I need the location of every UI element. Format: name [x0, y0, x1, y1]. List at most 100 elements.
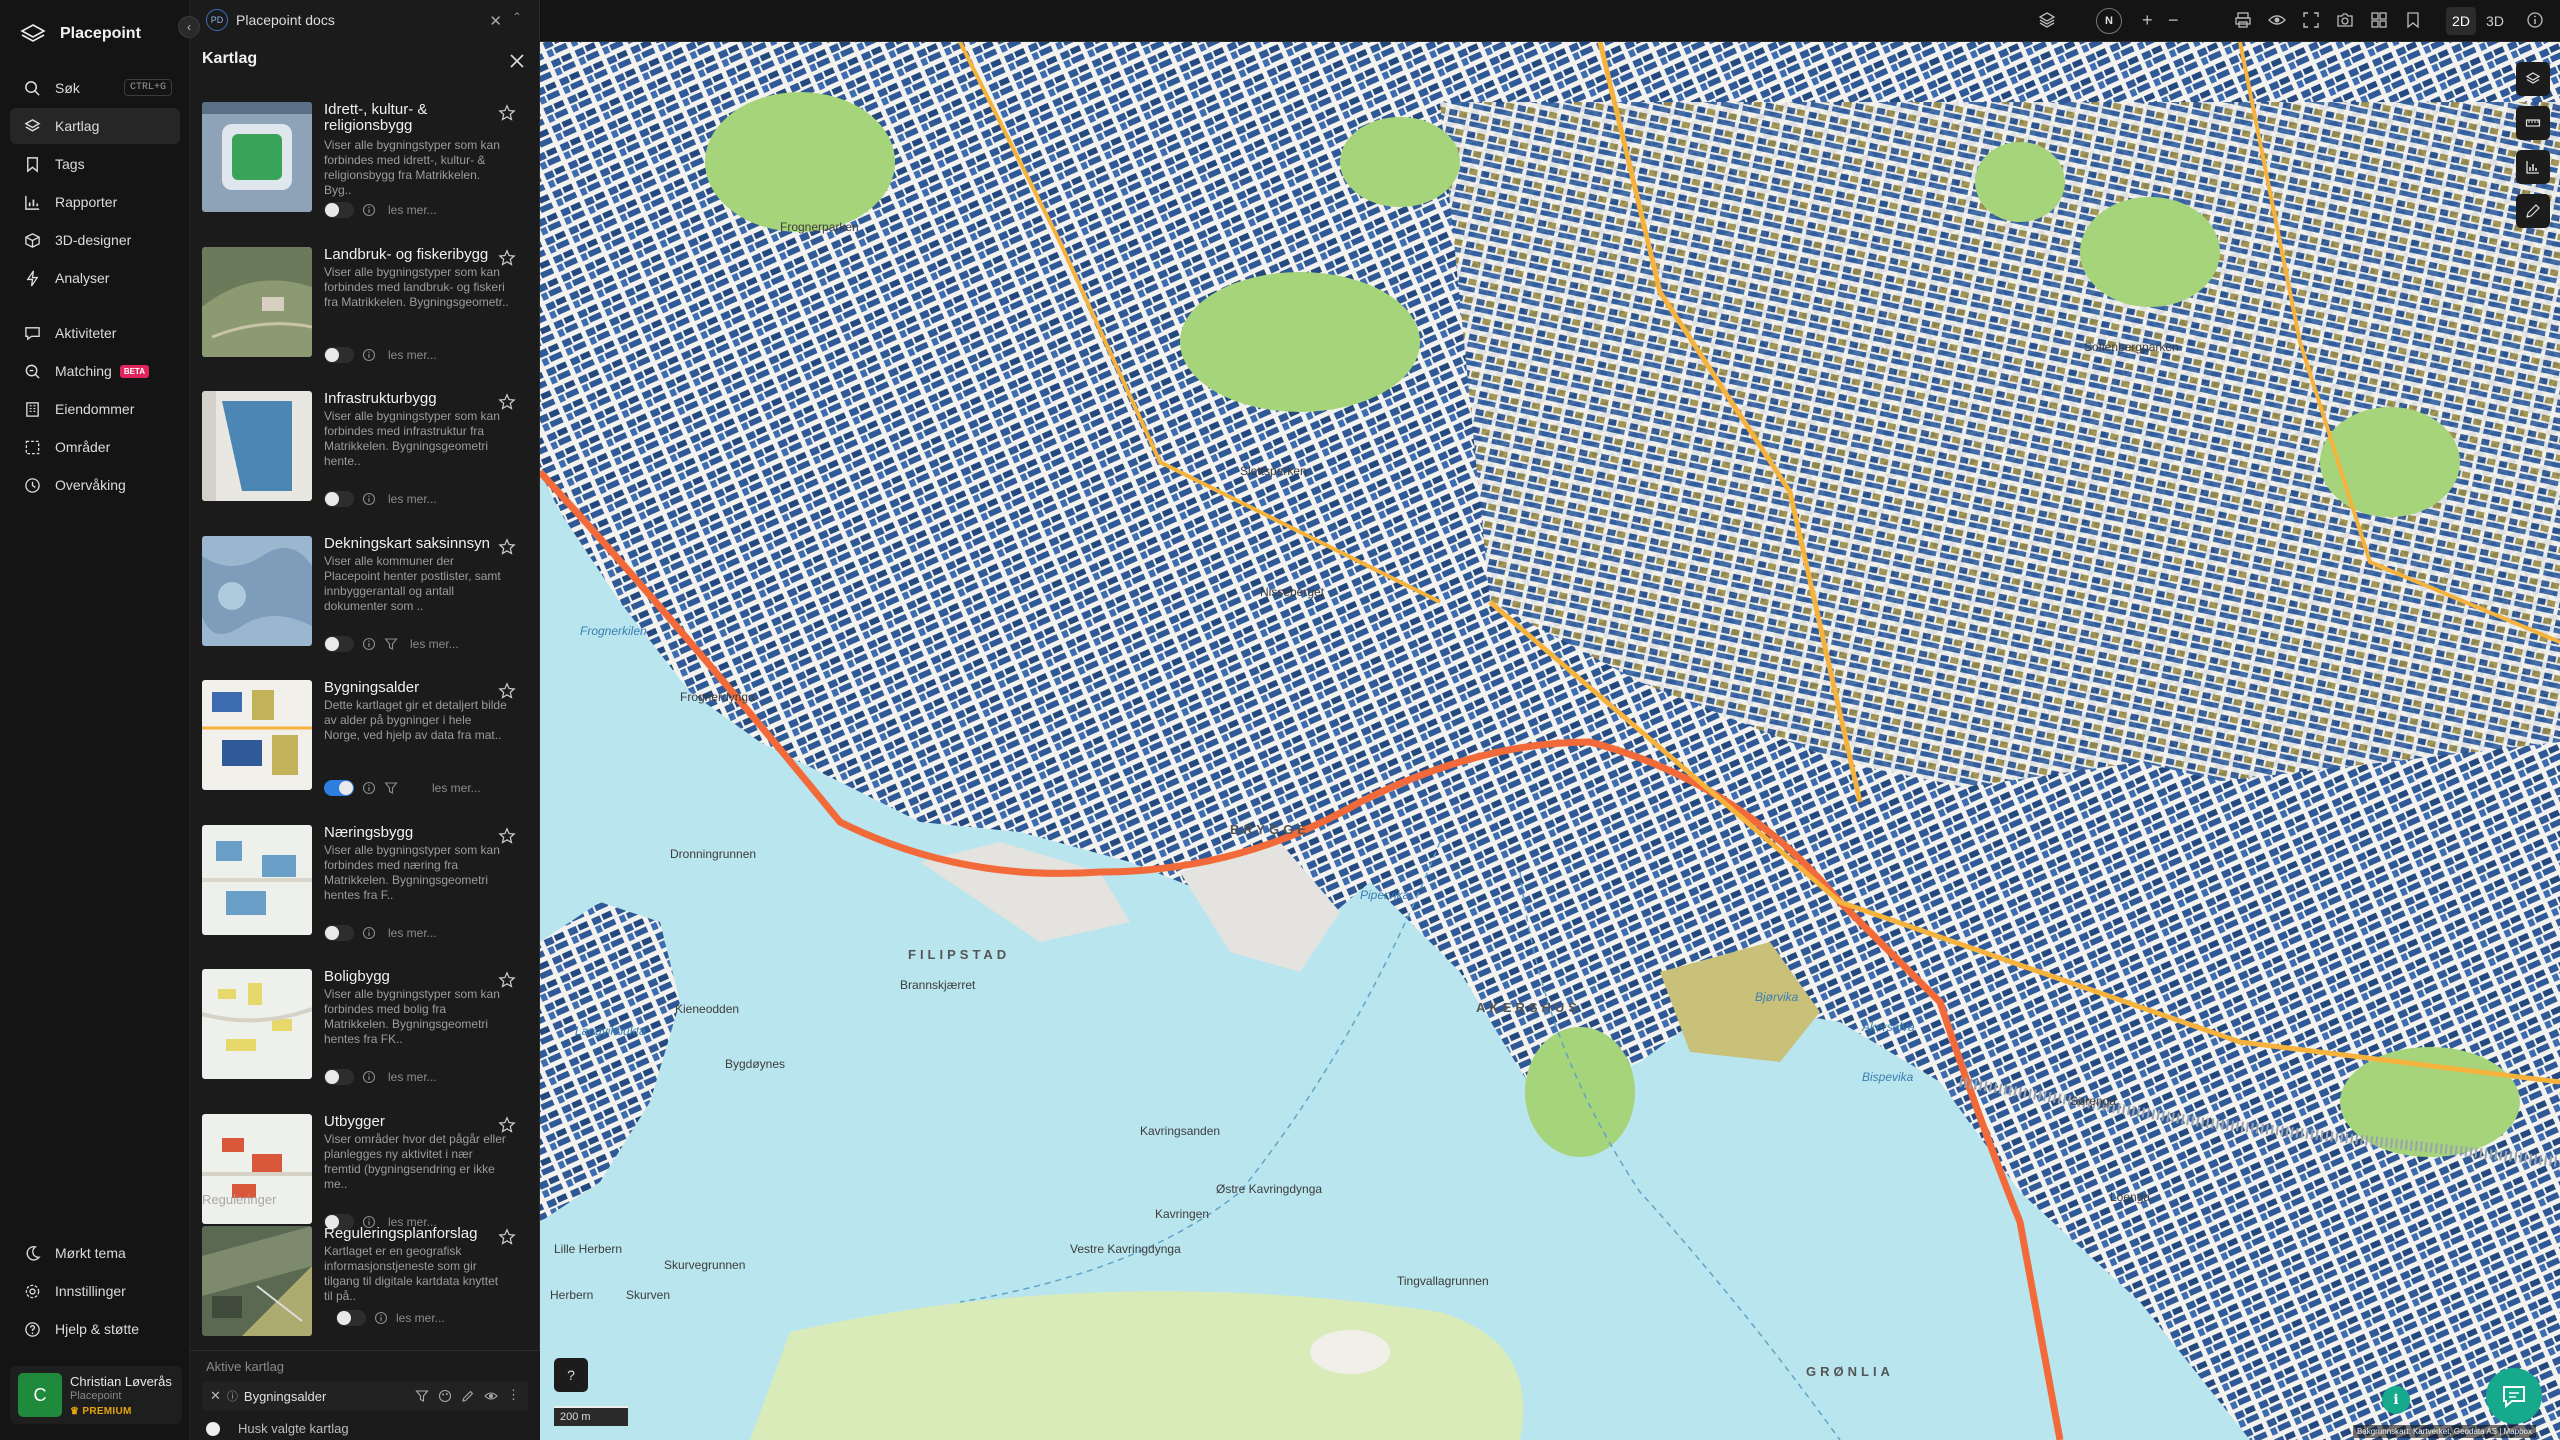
nav-item-kartlag[interactable]: Kartlag	[10, 108, 180, 144]
close-icon[interactable]: ✕	[489, 12, 502, 30]
nav-item-rapporter[interactable]: Rapporter	[10, 184, 180, 220]
nav-help[interactable]: Hjelp & støtte	[10, 1311, 180, 1347]
view-button[interactable]	[2268, 11, 2288, 31]
match-icon	[25, 364, 40, 379]
nav-item-overvaking[interactable]: Overvåking	[10, 467, 180, 503]
nav-item-eiendommer[interactable]: Eiendommer	[10, 391, 180, 427]
nav-dark-theme[interactable]: Mørkt tema	[10, 1235, 180, 1271]
mode-2d-button[interactable]: 2D	[2446, 7, 2476, 35]
star-icon[interactable]	[498, 248, 516, 267]
edit-icon[interactable]	[461, 1389, 475, 1403]
nav-item-analyser[interactable]: Analyser	[10, 260, 180, 296]
nav-item-3d-designer[interactable]: 3D-designer	[10, 222, 180, 258]
chevron-updown-icon[interactable]: ⌃	[512, 10, 522, 24]
layer-toggle[interactable]	[324, 202, 354, 218]
layer-toggle[interactable]	[324, 780, 354, 796]
zoom-out-button[interactable]: −	[2168, 11, 2188, 31]
read-more-link[interactable]: les mer...	[388, 492, 437, 506]
brand[interactable]: Placepoint	[20, 20, 141, 48]
grid-button[interactable]	[2370, 11, 2390, 31]
print-button[interactable]	[2234, 11, 2254, 31]
read-more-link[interactable]: les mer...	[388, 348, 437, 362]
layer-controls: les mer...	[324, 1069, 437, 1085]
screenshot-button[interactable]	[2336, 11, 2356, 31]
map-tool-draw[interactable]	[2516, 194, 2550, 228]
map-tool-layers[interactable]	[2516, 62, 2550, 96]
bookmark-button[interactable]	[2404, 11, 2424, 31]
map-tool-stats[interactable]	[2516, 150, 2550, 184]
star-icon[interactable]	[498, 104, 516, 122]
compass-button[interactable]: N	[2096, 8, 2122, 34]
nav-item-matching[interactable]: Matching BETA	[10, 353, 180, 389]
map-label: Frognerdynga	[680, 690, 755, 704]
read-more-link[interactable]: les mer...	[388, 203, 437, 217]
info-fab[interactable]: i	[2382, 1386, 2410, 1414]
star-icon[interactable]	[498, 393, 516, 411]
remember-radio[interactable]	[206, 1421, 220, 1436]
zoom-in-button[interactable]: +	[2142, 11, 2162, 31]
info-button[interactable]	[2526, 11, 2546, 31]
filter-icon[interactable]	[415, 1389, 429, 1403]
remember-layers[interactable]: Husk valgte kartlag	[206, 1421, 349, 1436]
layer-toggle[interactable]	[324, 346, 354, 363]
info-icon[interactable]	[362, 781, 376, 795]
nav-settings[interactable]: Innstillinger	[10, 1273, 180, 1309]
active-layer-row[interactable]: ✕ ⓘ Bygningsalder ⋮	[202, 1381, 528, 1411]
star-icon[interactable]	[498, 1115, 516, 1134]
collapse-nav-button[interactable]: ‹	[178, 16, 200, 38]
layer-toggle[interactable]	[324, 924, 354, 941]
info-icon[interactable]	[362, 1070, 376, 1084]
layer-card[interactable]: Landbruk- og fiskeribygg Viser alle bygni…	[202, 243, 528, 373]
more-icon[interactable]: ⋮	[507, 1388, 520, 1403]
layer-card[interactable]: Næringsbygg Viser alle bygningstyper som …	[202, 821, 528, 951]
eye-icon[interactable]	[484, 1389, 498, 1403]
filter-icon[interactable]	[384, 781, 398, 795]
nav-item-omrader[interactable]: Områder	[10, 429, 180, 465]
layer-toggle[interactable]	[324, 1069, 354, 1085]
document-tab[interactable]: PD Placepoint docs ✕ ⌃	[206, 8, 526, 32]
filter-icon[interactable]	[384, 637, 398, 651]
layer-card[interactable]: Infrastrukturbygg Viser alle bygningstype…	[202, 387, 528, 517]
read-more-link[interactable]: les mer...	[432, 781, 481, 795]
map-tool-measure[interactable]	[2516, 106, 2550, 140]
layer-card[interactable]: Utbygger Viser områder hvor det pågår ell…	[202, 1110, 528, 1240]
remove-layer-icon[interactable]: ✕	[210, 1388, 221, 1404]
layer-card[interactable]: Idrett-, kultur- & religionsbygg Viser al…	[202, 98, 528, 228]
star-icon[interactable]	[498, 682, 516, 700]
layer-card[interactable]: Dekningskart saksinnsyn Viser alle kommun…	[202, 532, 528, 662]
layer-card[interactable]: Bygningsalder Dette kartlaget gir et deta…	[202, 676, 528, 806]
layer-card[interactable]: Boligbygg Viser alle bygningstyper som ka…	[202, 965, 528, 1095]
nav-search[interactable]: Søk CTRL+G	[10, 70, 180, 106]
fullscreen-button[interactable]	[2302, 11, 2322, 31]
chat-button[interactable]	[2486, 1368, 2542, 1424]
info-icon[interactable]	[362, 203, 376, 217]
palette-icon[interactable]	[438, 1389, 452, 1403]
info-icon[interactable]	[362, 637, 376, 651]
layer-toggle[interactable]	[324, 635, 354, 652]
close-panel-icon[interactable]	[506, 50, 528, 72]
fullscreen-icon	[2303, 12, 2319, 28]
info-icon[interactable]	[374, 1311, 388, 1325]
map-help-button[interactable]: ?	[554, 1358, 588, 1392]
star-icon[interactable]	[498, 826, 516, 845]
plus-icon: +	[2142, 10, 2153, 30]
nav-item-aktiviteter[interactable]: Aktiviteter	[10, 315, 180, 351]
star-icon[interactable]	[498, 1228, 516, 1246]
star-icon[interactable]	[498, 537, 516, 556]
map-canvas[interactable]: Frognerkilen Frognerdynga Dronningrunnen…	[540, 42, 2560, 1440]
mode-3d-button[interactable]: 3D	[2480, 7, 2510, 35]
layer-card-regulation[interactable]: Reguleringsplanforslag Kartlaget er en g…	[202, 1222, 528, 1352]
user-card[interactable]: C Christian Løverås Placepoint ♛ PREMIUM	[10, 1366, 182, 1424]
nav-item-tags[interactable]: Tags	[10, 146, 180, 182]
star-icon[interactable]	[498, 971, 516, 989]
read-more-link[interactable]: les mer...	[388, 1070, 437, 1084]
read-more-link[interactable]: les mer...	[388, 926, 437, 940]
layer-toggle[interactable]	[336, 1310, 366, 1326]
info-icon[interactable]	[362, 348, 376, 362]
toolbar-layers-button[interactable]	[2038, 11, 2058, 31]
info-icon[interactable]	[362, 492, 376, 506]
info-icon[interactable]	[362, 926, 376, 940]
read-more-link[interactable]: les mer...	[396, 1311, 445, 1325]
read-more-link[interactable]: les mer...	[410, 637, 459, 651]
layer-toggle[interactable]	[324, 491, 354, 507]
